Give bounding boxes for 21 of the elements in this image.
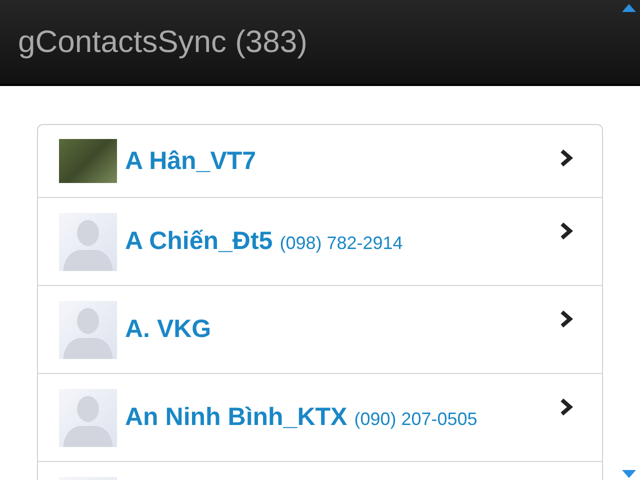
phone-number: (090) 207-0505	[354, 409, 478, 430]
app-title: gContactsSync (383)	[18, 24, 308, 60]
contact-row[interactable]: A Hân_VT7	[38, 125, 602, 197]
contact-row[interactable]: A. VKG	[38, 285, 602, 373]
phone-number: (098) 782-2914	[280, 233, 403, 254]
chevron-right-icon	[560, 149, 574, 167]
chevron-right-icon	[560, 310, 574, 328]
contact-name: A. VKG	[125, 315, 212, 344]
person-silhouette-icon	[59, 212, 117, 270]
contact-name: A Hân_VT7	[125, 146, 256, 176]
contact-row[interactable]: An Ninh Bình_KTX (090) 207-0505	[38, 373, 602, 461]
person-silhouette-icon	[59, 300, 117, 358]
chevron-right-icon	[560, 398, 574, 416]
contact-row[interactable]: A Chiến_Đt5 (098) 782-2914	[38, 197, 602, 285]
chevron-right-icon	[560, 222, 574, 240]
scroll-up-icon[interactable]	[622, 4, 636, 12]
contact-name: An Ninh Bình_KTX	[125, 403, 348, 432]
scroll-down-icon[interactable]	[622, 470, 636, 478]
photo-placeholder	[59, 139, 117, 183]
contact-name: A Chiến_Đt5	[125, 227, 273, 256]
person-silhouette-icon	[59, 388, 117, 446]
